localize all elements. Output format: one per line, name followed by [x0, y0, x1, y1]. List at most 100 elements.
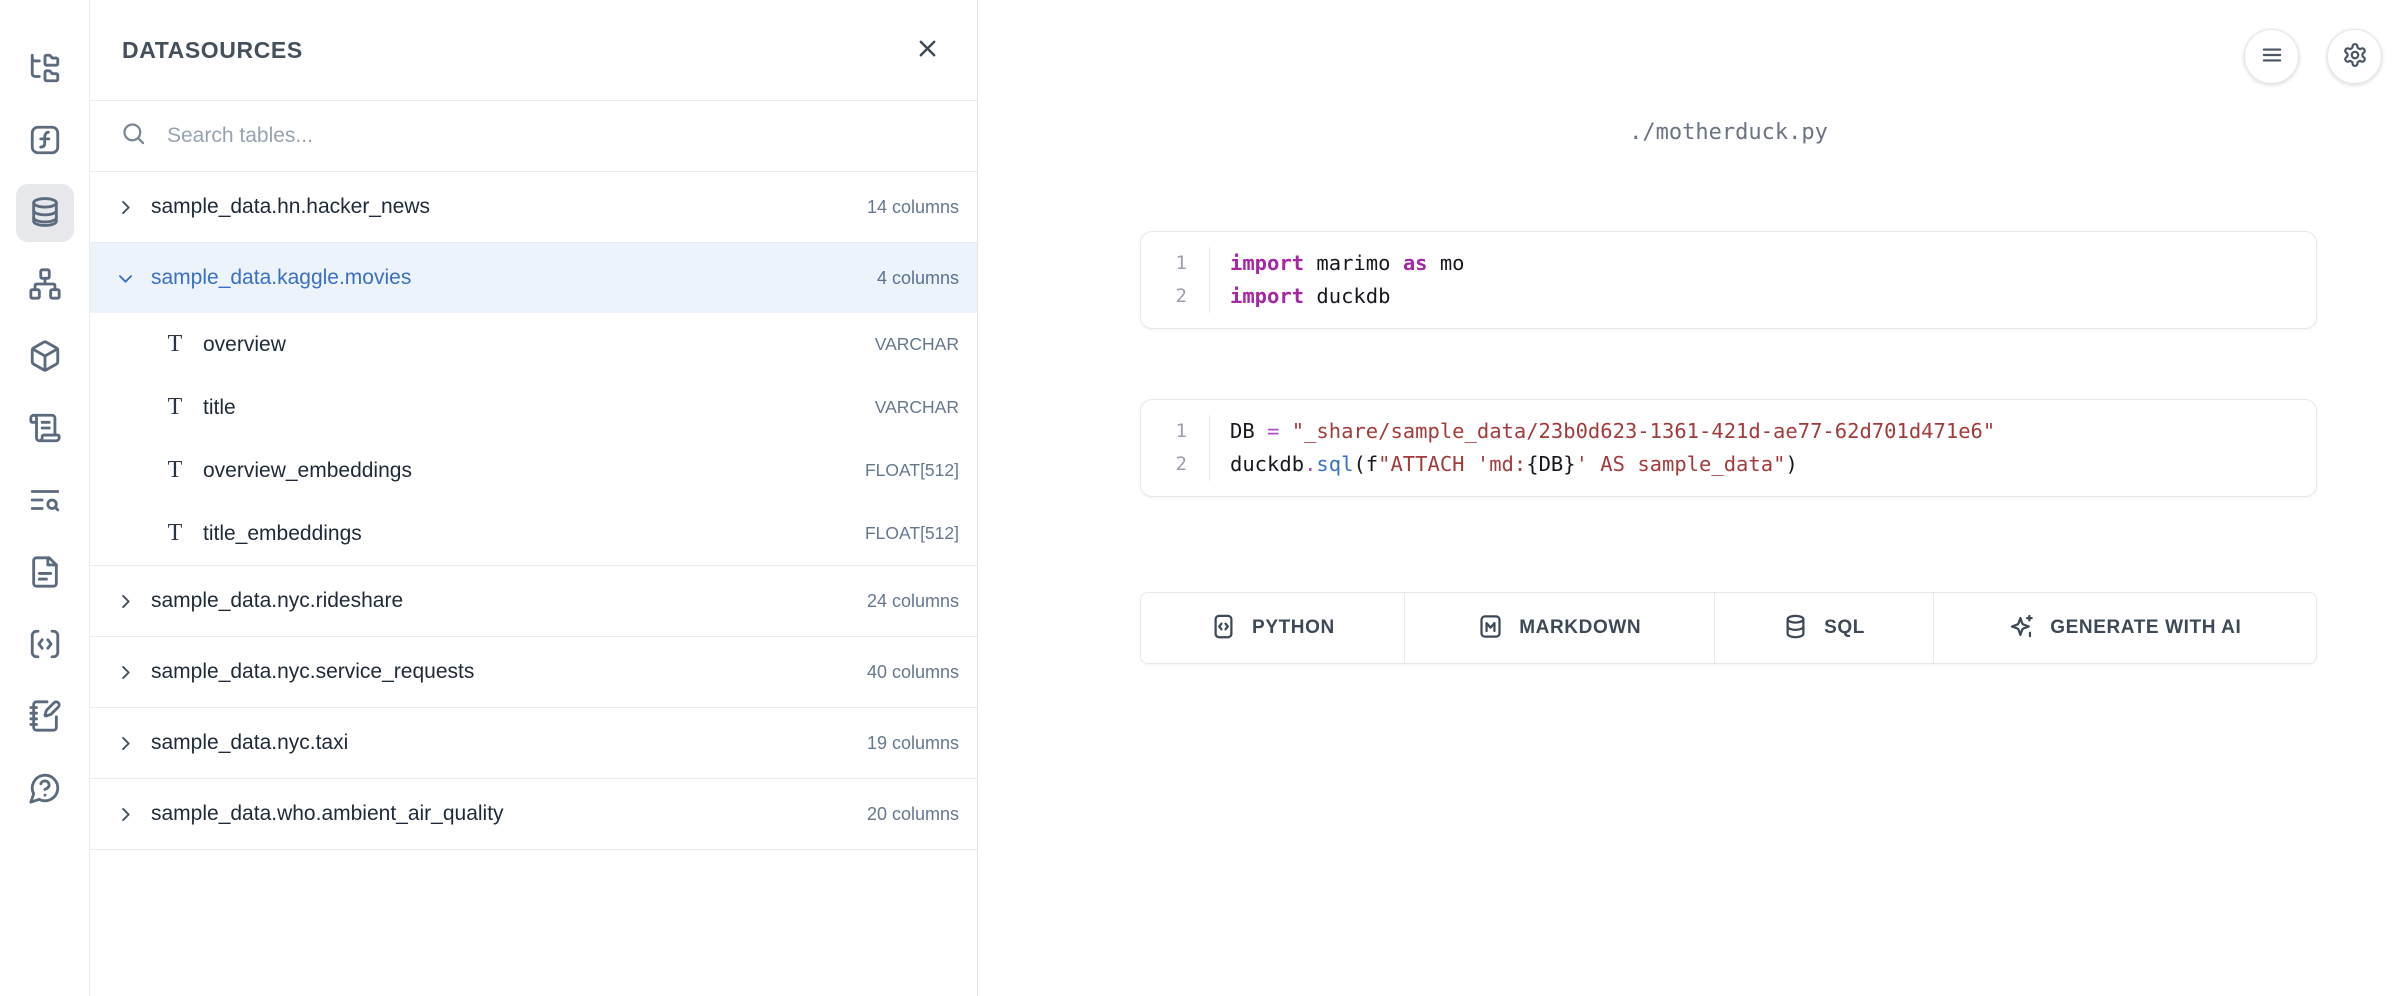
table-row-ambient-air-quality[interactable]: sample_data.who.ambient_air_quality 20 c… [90, 779, 977, 850]
code-text: import marimo as mo [1209, 247, 1465, 280]
table-columns-count: 14 columns [867, 197, 959, 218]
column-name: title [203, 396, 236, 420]
line-number: 1 [1141, 247, 1209, 280]
chevron-right-icon [116, 805, 135, 824]
sparkles-icon [2008, 613, 2035, 643]
notebook-content: ./motherduck.py 1import marimo as mo2imp… [1140, 120, 2317, 664]
database-icon [1782, 613, 1809, 643]
add-cell-button-group: PYTHON MARKDOWN SQL GENERATE WITH AI [1140, 592, 2317, 664]
column-row-title-embeddings[interactable]: T title_embeddings FLOAT[512] [90, 502, 977, 565]
notebook-main: ./motherduck.py 1import marimo as mo2imp… [978, 0, 2399, 996]
column-row-overview[interactable]: T overview VARCHAR [90, 313, 977, 376]
text-search-icon [28, 483, 62, 520]
code-line: 2duckdb.sql(f"ATTACH 'md:{DB}' AS sample… [1141, 448, 2316, 481]
button-label: SQL [1824, 617, 1865, 639]
sidebar-dependency-graph-button[interactable] [16, 256, 74, 314]
sidebar-datasources-button[interactable] [16, 184, 74, 242]
add-sql-cell-button[interactable]: SQL [1715, 593, 1934, 663]
text-type-icon: T [165, 394, 185, 421]
column-name: overview_embeddings [203, 459, 412, 483]
close-panel-button[interactable] [910, 31, 945, 69]
search-tables-input[interactable] [167, 124, 947, 148]
panel-title: DATASOURCES [122, 37, 303, 64]
tables-list: sample_data.hn.hacker_news 14 columns sa… [90, 172, 977, 996]
notebook-menu-button[interactable] [2244, 29, 2299, 84]
sidebar-outline-button[interactable] [16, 400, 74, 458]
text-type-icon: T [165, 520, 185, 547]
table-name: sample_data.nyc.service_requests [151, 660, 474, 684]
table-name: sample_data.hn.hacker_news [151, 195, 430, 219]
table-columns-count: 24 columns [867, 591, 959, 612]
code-text: DB = "_share/sample_data/23b0d623-1361-4… [1209, 415, 1995, 448]
search-row [90, 101, 977, 172]
add-python-cell-button[interactable]: PYTHON [1141, 593, 1405, 663]
scroll-text-icon [28, 411, 62, 448]
chevron-right-icon [116, 663, 135, 682]
search-icon [120, 120, 147, 152]
snippets-icon [28, 627, 62, 664]
table-name: sample_data.kaggle.movies [151, 266, 411, 290]
code-text: import duckdb [1209, 280, 1390, 313]
code-cell-imports[interactable]: 1import marimo as mo2import duckdb [1140, 231, 2317, 329]
sidebar-logs-button[interactable] [16, 472, 74, 530]
notebook-filename[interactable]: ./motherduck.py [1140, 120, 2317, 145]
button-label: MARKDOWN [1519, 617, 1641, 639]
sidebar-icon-rail [0, 0, 90, 996]
column-row-overview-embeddings[interactable]: T overview_embeddings FLOAT[512] [90, 439, 977, 502]
x-icon [914, 35, 941, 65]
column-type: VARCHAR [875, 334, 959, 355]
sidebar-packages-button[interactable] [16, 328, 74, 386]
notebook-pen-icon [28, 699, 62, 736]
generate-with-ai-button[interactable]: GENERATE WITH AI [1934, 593, 2316, 663]
gear-icon [2342, 42, 2368, 71]
text-type-icon: T [165, 457, 185, 484]
sidebar-snippets-button[interactable] [16, 616, 74, 674]
sidebar-help-button[interactable] [16, 760, 74, 818]
table-row-rideshare[interactable]: sample_data.nyc.rideshare 24 columns [90, 566, 977, 637]
code-line: 1DB = "_share/sample_data/23b0d623-1361-… [1141, 415, 2316, 448]
settings-button[interactable] [2327, 29, 2382, 84]
table-name: sample_data.who.ambient_air_quality [151, 802, 504, 826]
column-list: T overview VARCHAR T title VARCHAR T ove… [90, 313, 977, 566]
app-window: DATASOURCES sample_data.hn.hacker_news 1… [0, 0, 2399, 996]
column-row-title[interactable]: T title VARCHAR [90, 376, 977, 439]
add-markdown-cell-button[interactable]: MARKDOWN [1405, 593, 1715, 663]
folder-tree-icon [28, 51, 62, 88]
sidebar-documentation-button[interactable] [16, 544, 74, 602]
code-cell-attach-db[interactable]: 1DB = "_share/sample_data/23b0d623-1361-… [1140, 399, 2317, 497]
datasources-panel: DATASOURCES sample_data.hn.hacker_news 1… [90, 0, 978, 996]
sidebar-variables-button[interactable] [16, 112, 74, 170]
table-row-kaggle-movies[interactable]: sample_data.kaggle.movies 4 columns [90, 243, 977, 313]
table-columns-count: 4 columns [877, 268, 959, 289]
button-label: GENERATE WITH AI [2050, 617, 2241, 639]
table-columns-count: 19 columns [867, 733, 959, 754]
table-row-hacker-news[interactable]: sample_data.hn.hacker_news 14 columns [90, 172, 977, 243]
hamburger-menu-icon [2259, 42, 2285, 71]
column-type: FLOAT[512] [865, 460, 959, 481]
database-icon [28, 195, 62, 232]
line-number: 2 [1141, 280, 1209, 313]
column-name: title_embeddings [203, 522, 362, 546]
table-columns-count: 40 columns [867, 662, 959, 683]
chevron-down-icon [116, 269, 135, 288]
code-square-icon [1210, 613, 1237, 643]
box-icon [28, 339, 62, 376]
markdown-square-icon [1477, 613, 1504, 643]
code-line: 2import duckdb [1141, 280, 2316, 313]
chevron-right-icon [116, 592, 135, 611]
chevron-right-icon [116, 198, 135, 217]
table-name: sample_data.nyc.rideshare [151, 589, 403, 613]
table-name: sample_data.nyc.taxi [151, 731, 348, 755]
sidebar-file-explorer-button[interactable] [16, 40, 74, 98]
table-columns-count: 20 columns [867, 804, 959, 825]
column-type: FLOAT[512] [865, 523, 959, 544]
network-icon [28, 267, 62, 304]
chevron-right-icon [116, 734, 135, 753]
table-row-service-requests[interactable]: sample_data.nyc.service_requests 40 colu… [90, 637, 977, 708]
sidebar-scratchpad-button[interactable] [16, 688, 74, 746]
text-type-icon: T [165, 331, 185, 358]
column-type: VARCHAR [875, 397, 959, 418]
table-row-taxi[interactable]: sample_data.nyc.taxi 19 columns [90, 708, 977, 779]
panel-header: DATASOURCES [90, 0, 977, 101]
line-number: 2 [1141, 448, 1209, 481]
